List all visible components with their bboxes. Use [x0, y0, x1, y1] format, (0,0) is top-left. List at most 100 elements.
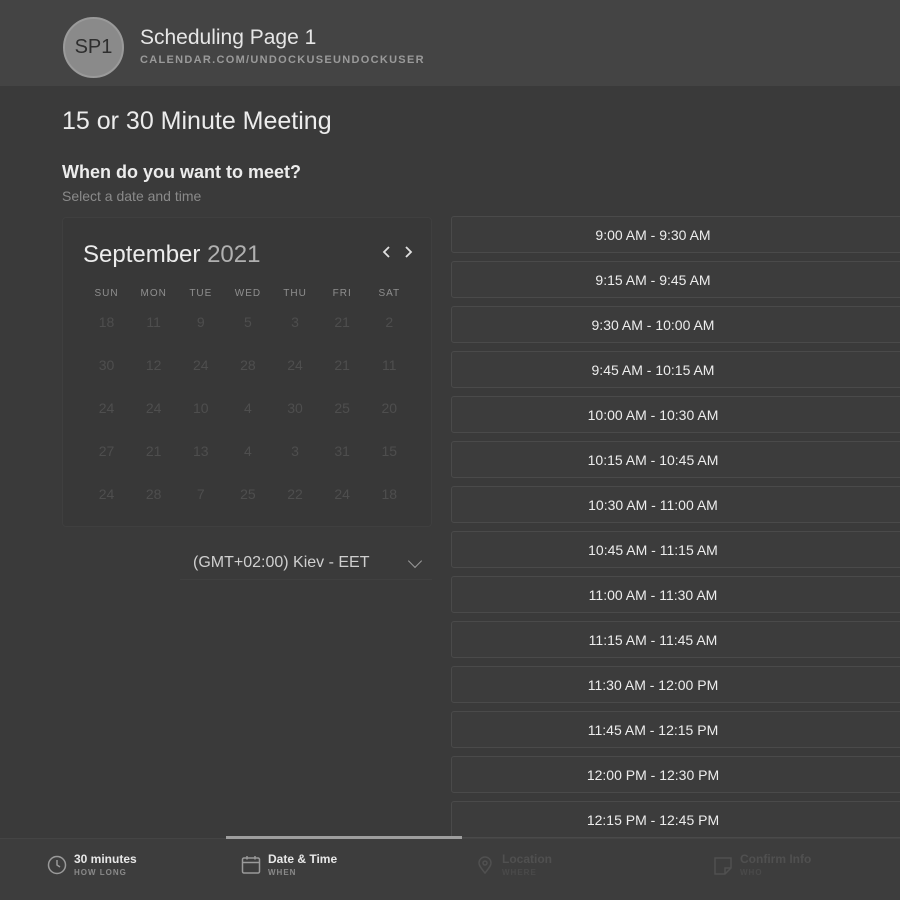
weekday-label: SUN: [94, 288, 119, 299]
weekday-label: THU: [283, 288, 307, 299]
time-slot-list: 9:00 AM - 9:30 AM 9:15 AM - 9:45 AM 9:30 A…: [451, 216, 900, 846]
calendar-day: 21: [145, 443, 162, 459]
calendar-day: 24: [145, 400, 162, 416]
calendar-day: 7: [196, 486, 205, 502]
time-slot-label: 9:45 AM - 10:15 AM: [591, 361, 715, 378]
calendar-day: 5: [244, 314, 252, 330]
chevron-right-icon[interactable]: [403, 242, 415, 267]
step-footer: [0, 838, 900, 900]
calendar-day: 13: [193, 443, 209, 459]
time-slot-label: 9:15 AM - 9:45 AM: [595, 271, 711, 288]
calendar-week-row: 30 12 24 28 24 21 11: [83, 356, 413, 399]
scheduling-page-url[interactable]: CALENDAR.COM/UNDOCKUSEUNDOCKUSER: [140, 54, 425, 66]
step-subtitle: WHO: [740, 868, 763, 877]
calendar-day: 3: [291, 443, 299, 459]
calendar-day: 20: [381, 400, 398, 416]
time-slot-button[interactable]: 12:15 PM - 12:45 PM: [451, 801, 900, 838]
calendar-year: 2021: [207, 241, 261, 268]
time-slot-label: 10:30 AM - 11:00 AM: [588, 496, 718, 513]
weekday-label: FRI: [332, 288, 352, 299]
calendar-month-label: September 2021: [83, 241, 260, 269]
location-pin-icon: [478, 856, 492, 875]
time-slot-label: 9:30 AM - 10:00 AM: [591, 316, 715, 333]
calendar-day: 11: [382, 357, 397, 373]
calendar-day: 25: [240, 486, 256, 502]
date-picker-calendar: September 2021 SUN MON TUE WED THU FRI SAT 18 1…: [62, 217, 432, 527]
calendar-day: 24: [193, 357, 209, 373]
chevron-down-icon: [407, 553, 423, 569]
calendar-day: 21: [334, 314, 350, 330]
calendar-week-row: 24 24 10 4 30 25 20: [83, 399, 413, 442]
calendar-day: 2: [385, 314, 394, 330]
calendar-day: 24: [98, 486, 115, 502]
calendar-week-row: 24 28 7 25 22 24 18: [83, 485, 413, 528]
time-slot-label: 10:45 AM - 11:15 AM: [588, 541, 718, 558]
weekday-header: SUN MON TUE WED THU FRI SAT: [83, 288, 413, 299]
note-icon: [714, 857, 732, 875]
time-slot-button[interactable]: 11:30 AM - 12:00 PM: [451, 666, 900, 703]
time-slot-button[interactable]: 12:00 PM - 12:30 PM: [451, 756, 900, 793]
calendar-day: 27: [98, 443, 115, 459]
calendar-day: 28: [145, 486, 162, 502]
calendar-day: 21: [334, 357, 350, 373]
time-slot-button[interactable]: 11:00 AM - 11:30 AM: [451, 576, 900, 613]
time-slot-label: 9:00 AM - 9:30 AM: [595, 226, 711, 243]
weekday-label: WED: [234, 288, 262, 299]
time-slot-button[interactable]: 11:45 AM - 12:15 PM: [451, 711, 900, 748]
header: SP1 Scheduling Page 1 CALENDAR.COM/UNDOC…: [0, 0, 900, 86]
calendar-day: 4: [244, 400, 252, 416]
time-slot-label: 10:15 AM - 10:45 AM: [587, 451, 719, 468]
time-slot-label: 12:00 PM - 12:30 PM: [586, 766, 720, 783]
time-slot-button[interactable]: 10:15 AM - 10:45 AM: [451, 441, 900, 478]
time-slot-button[interactable]: 10:45 AM - 11:15 AM: [451, 531, 900, 568]
time-slot-button[interactable]: 9:15 AM - 9:45 AM: [451, 261, 900, 298]
calendar-icon: [241, 856, 261, 874]
calendar-day: 25: [334, 400, 350, 416]
calendar-day: 9: [196, 314, 205, 330]
timezone-select[interactable]: (GMT+02:00) Kiev - EET: [180, 546, 432, 580]
timezone-label: (GMT+02:00) Kiev - EET: [193, 554, 370, 571]
weekday-label: MON: [140, 288, 167, 299]
calendar-week-row: 27 21 13 4 3 31 15: [83, 442, 413, 485]
step-title: Confirm Info: [740, 852, 812, 866]
calendar-day: 18: [98, 314, 115, 330]
step-subtitle: WHERE: [502, 868, 537, 877]
calendar-day: 11: [146, 314, 161, 330]
section-heading: When do you want to meet?: [62, 162, 301, 182]
step-subtitle: HOW LONG: [74, 868, 127, 877]
calendar-day: 24: [287, 357, 303, 373]
time-slot-label: 11:30 AM - 12:00 PM: [587, 676, 719, 693]
meeting-title: 15 or 30 Minute Meeting: [62, 107, 332, 135]
calendar-day: 4: [244, 443, 252, 459]
time-slot-button[interactable]: 9:45 AM - 10:15 AM: [451, 351, 900, 388]
step-subtitle: WHEN: [268, 868, 297, 877]
time-slot-label: 11:00 AM - 11:30 AM: [588, 586, 718, 603]
active-step-indicator: [226, 836, 462, 839]
scheduling-page-name: Scheduling Page 1: [140, 26, 317, 49]
chevron-left-icon[interactable]: [380, 242, 392, 267]
calendar-week-row: 18 11 9 5 3 21 2: [83, 313, 413, 356]
weekday-label: TUE: [189, 288, 213, 299]
calendar-day: 12: [145, 357, 162, 373]
time-slot-label: 12:15 PM - 12:45 PM: [586, 811, 720, 828]
section-subtitle: Select a date and time: [62, 188, 202, 204]
time-slot-label: 11:15 AM - 11:45 AM: [588, 631, 718, 648]
weekday-label: SAT: [378, 288, 401, 299]
calendar-day: 28: [240, 357, 256, 373]
clock-icon: [47, 855, 67, 875]
calendar-day: 24: [98, 400, 115, 416]
avatar[interactable]: SP1: [63, 17, 124, 78]
calendar-day: 18: [381, 486, 398, 502]
time-slot-button[interactable]: 10:00 AM - 10:30 AM: [451, 396, 900, 433]
step-title: Location: [502, 852, 552, 866]
calendar-day: 30: [287, 400, 303, 416]
time-slot-button[interactable]: 9:30 AM - 10:00 AM: [451, 306, 900, 343]
calendar-day: 10: [193, 400, 209, 416]
calendar-day: 30: [98, 357, 115, 373]
calendar-grid: 18 11 9 5 3 21 2 30 12 24 28 24 21 11 24 24 10 4 30 25 20 27 2…: [83, 313, 413, 528]
time-slot-button[interactable]: 10:30 AM - 11:00 AM: [451, 486, 900, 523]
calendar-day: 15: [381, 443, 398, 459]
calendar-month: September: [83, 241, 201, 268]
time-slot-button[interactable]: 9:00 AM - 9:30 AM: [451, 216, 900, 253]
time-slot-button[interactable]: 11:15 AM - 11:45 AM: [451, 621, 900, 658]
